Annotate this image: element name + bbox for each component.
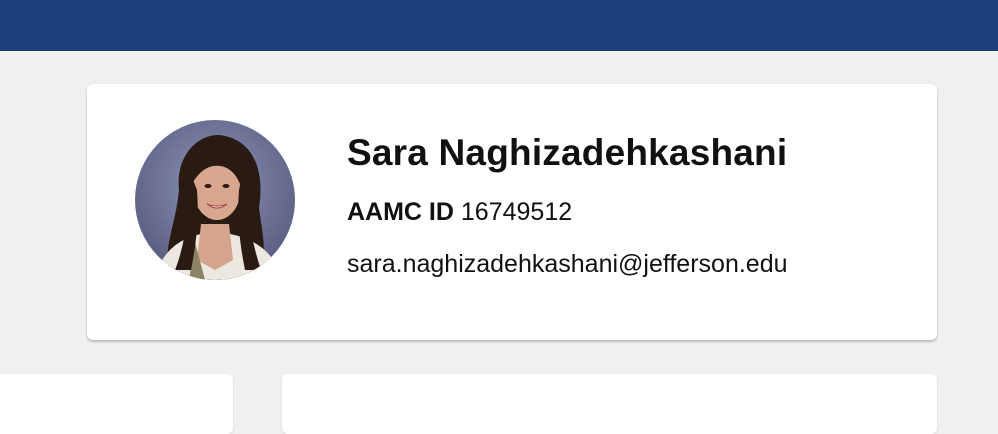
aamc-id-label: AAMC ID: [347, 198, 454, 226]
aamc-id-value: 16749512: [460, 198, 573, 226]
lower-card-left: [0, 374, 233, 434]
profile-photo-icon: [135, 120, 295, 280]
profile-avatar: [135, 120, 295, 280]
top-header-bar: [0, 0, 998, 51]
profile-email: sara.naghizadehkashani@jefferson.edu: [347, 250, 788, 278]
aamc-id-row: AAMC ID 16749512: [347, 198, 572, 227]
profile-card: Sara Naghizadehkashani AAMC ID 16749512 …: [87, 84, 937, 340]
lower-card-right: [282, 374, 937, 434]
profile-name: Sara Naghizadehkashani: [347, 132, 788, 173]
